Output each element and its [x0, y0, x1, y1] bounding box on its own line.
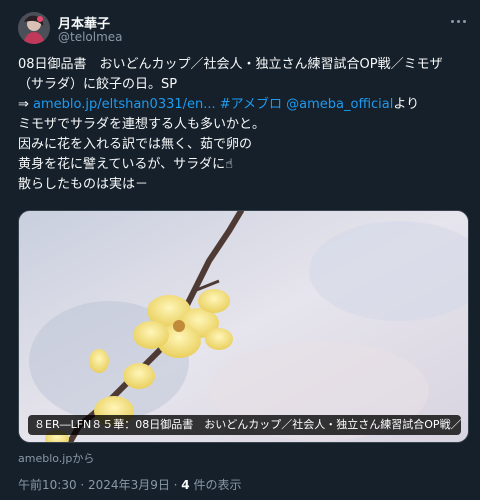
tweet-line: ミモザでサラダを連想する人も多いかと。: [18, 117, 266, 132]
tweet-line-links: ⇒ ameblo.jp/eltshan0331/en... #アメブロ @ame…: [18, 95, 463, 115]
tweet-line: 散らしたものは実は－: [18, 177, 149, 192]
card-caption: ８ER―LFN８５華：08日御品書 おいどんカップ／社会人・独立さん練習試合OP…: [28, 415, 461, 435]
card-photo: [19, 211, 468, 442]
more-dots-icon[interactable]: [450, 16, 468, 28]
suffix-text: より: [393, 97, 420, 112]
tweet-line: （サラダ）に餃子の日。SP: [18, 77, 178, 92]
mention-link[interactable]: @ameba_official: [282, 97, 393, 112]
tweet-meta: 午前10:30 · 2024年3月9日 · 4 件の表示: [18, 476, 241, 493]
tweet-line: 因みに花を入れる訳では無く、茹で卵の: [18, 137, 253, 152]
link-card[interactable]: ８ER―LFN８５華：08日御品書 おいどんカップ／社会人・独立さん練習試合OP…: [18, 210, 469, 443]
card-source[interactable]: ameblo.jpから: [18, 450, 94, 466]
hashtag-link[interactable]: #アメブロ: [216, 97, 282, 112]
blog-link[interactable]: ameblo.jp/eltshan0331/en...: [33, 97, 216, 112]
tweet-line: 黄身を花に譬えているが、サラダに☝: [18, 157, 234, 172]
views-label: 件の表示: [189, 478, 242, 492]
tweet-header: 月本華子 @telolmea: [18, 12, 468, 46]
tweet-timestamp[interactable]: 午前10:30 · 2024年3月9日 ·: [18, 478, 181, 492]
user-handle[interactable]: @telolmea: [58, 30, 123, 44]
tweet-line: 08日御品書 おいどんカップ／社会人・独立さん練習試合OP戦／ミモザ: [18, 57, 443, 72]
arrow-prefix: ⇒: [18, 97, 34, 112]
tweet-text: 08日御品書 おいどんカップ／社会人・独立さん練習試合OP戦／ミモザ （サラダ）…: [18, 55, 463, 195]
views-count: 4: [181, 478, 190, 492]
avatar[interactable]: [18, 12, 50, 44]
